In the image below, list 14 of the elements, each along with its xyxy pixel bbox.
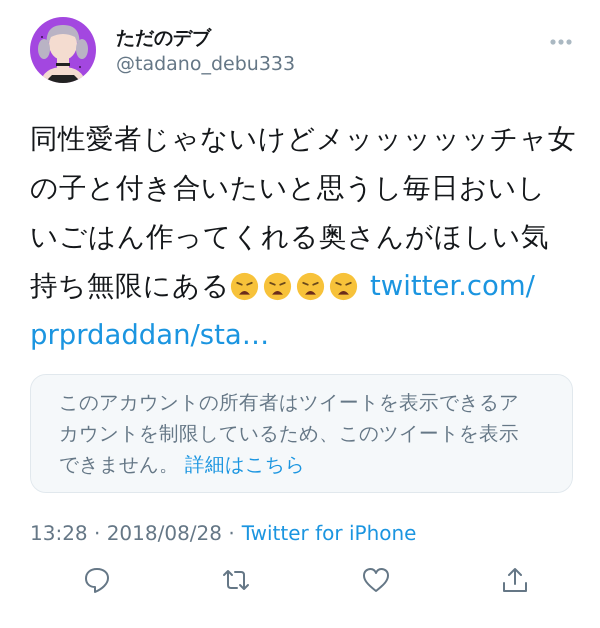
tweet-text-line: いごはん作ってくれる奥さんがほしい気: [30, 220, 549, 255]
tweet-link[interactable]: prprdaddan/sta…: [30, 311, 270, 360]
notice-text-line: カウントを制限しているため、このツイートを表示: [59, 421, 519, 447]
learn-more-link[interactable]: 詳細はこちら: [185, 449, 305, 480]
notice-text-line: できません。: [59, 452, 179, 478]
tweet-timestamp: 13:28 · 2018/08/28 ·: [30, 521, 235, 545]
author-handle[interactable]: @tadano_debu333: [116, 53, 530, 75]
tweet-text-line: 同性愛者じゃないけどメッッッッッチャ女: [30, 122, 576, 157]
tweet-text-line: の子と付き合いたいと思うし毎日おいし: [30, 171, 546, 206]
tweet-link[interactable]: twitter.com/: [370, 262, 535, 311]
tweet-text-line: 持ち無限にある: [30, 269, 230, 304]
source-link[interactable]: Twitter for iPhone: [242, 521, 416, 545]
notice-text-line: このアカウントの所有者はツイートを表示できるア: [59, 390, 519, 416]
author-name[interactable]: ただのデブ: [116, 25, 530, 51]
